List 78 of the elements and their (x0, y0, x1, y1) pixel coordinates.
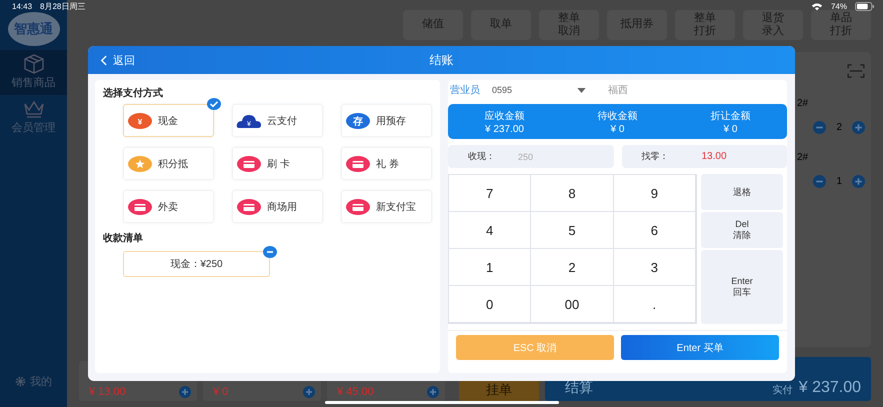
keypad-key[interactable]: 5 (531, 212, 614, 249)
card-icon (236, 198, 262, 214)
product-price: ¥ 45.00 (337, 386, 374, 398)
summary-label: 应收金额 (484, 110, 524, 122)
payment-method[interactable]: 新支付宝 (341, 190, 432, 223)
quantity: 2 (836, 122, 842, 133)
payment-method[interactable]: 存 用预存 (341, 104, 432, 137)
keypad-function-key[interactable]: 退格 (701, 174, 783, 210)
cart-item-name: 2# (797, 98, 808, 109)
change-field: 找零： 13.00 (622, 145, 787, 168)
paid-label: 实付 (772, 384, 793, 397)
back-button[interactable]: 返回 (88, 46, 147, 74)
keypad-key[interactable]: . (614, 286, 696, 323)
deposit-icon: 存 (345, 112, 371, 128)
card-icon (345, 156, 371, 172)
keypad-key[interactable]: 4 (449, 212, 532, 249)
clerk-select[interactable]: 0595 (492, 85, 586, 95)
keypad-key[interactable]: 7 (449, 175, 532, 212)
payment-method[interactable]: 礼 券 (341, 147, 432, 180)
keypad-key[interactable]: 6 (614, 212, 696, 249)
remove-icon[interactable] (263, 246, 277, 258)
battery-percent: 74% (830, 2, 847, 10)
checkout-label: 结算 (565, 379, 594, 397)
card-icon (345, 198, 371, 214)
battery-icon (855, 2, 875, 10)
box-icon (22, 54, 46, 74)
dialog-title: 结账 (430, 52, 454, 68)
payment-method[interactable]: 积分抵 (123, 147, 214, 180)
logo-badge: 智惠通 (8, 12, 60, 46)
payment-method[interactable]: 刷 卡 (232, 147, 323, 180)
plus-icon[interactable] (852, 121, 865, 134)
summary-value: ¥ 0 (610, 124, 624, 134)
gear-icon (15, 376, 26, 387)
keypad-function-key[interactable]: Enter 回车 (701, 250, 783, 324)
product-price: ¥ 0 (213, 386, 228, 398)
minus-icon[interactable] (813, 175, 826, 188)
confirm-button[interactable]: Enter 买单 (621, 335, 779, 360)
product-price: ¥ 13.00 (89, 386, 126, 398)
clerk-label: 营业员 (450, 84, 480, 97)
received-field[interactable]: 收现： 250 (448, 145, 614, 168)
summary-label: 待收金额 (598, 110, 638, 122)
check-icon (207, 98, 221, 110)
status-date: 8月28日周三 (40, 0, 86, 12)
summary-value: ¥ 237.00 (485, 124, 524, 134)
keypad-key[interactable]: 2 (531, 249, 614, 286)
keypad-key[interactable]: 8 (531, 175, 614, 212)
back-chevron-icon (100, 54, 107, 66)
dropdown-caret-icon (577, 88, 586, 92)
payment-method[interactable]: ¥ 现金 (123, 104, 214, 137)
plus-icon[interactable] (427, 386, 439, 398)
clerk-name: 福西 (608, 84, 628, 97)
yen-icon: ¥ (127, 112, 153, 128)
crown-icon (22, 99, 46, 119)
keypad-key[interactable]: 1 (449, 249, 532, 286)
plus-icon[interactable] (179, 386, 191, 398)
payment-method[interactable]: 外卖 (123, 190, 214, 223)
card-icon (236, 156, 262, 172)
plus-icon[interactable] (852, 175, 865, 188)
section-title: 收款清单 (103, 232, 144, 245)
summary-label: 折让金额 (710, 110, 750, 122)
keypad-key[interactable]: 00 (531, 286, 614, 323)
minus-icon[interactable] (813, 121, 826, 134)
wifi-icon (810, 2, 823, 10)
payment-method[interactable]: 商场用 (232, 190, 323, 223)
status-time: 14:43 (12, 2, 32, 10)
keypad-key[interactable]: 3 (614, 249, 696, 286)
keypad-function-key[interactable]: Del 清除 (701, 212, 783, 248)
keypad-key[interactable]: 0 (449, 286, 532, 323)
paid-amount: ¥ 237.00 (798, 379, 861, 397)
cart-item-name: 2# (797, 152, 808, 163)
section-title: 选择支付方式 (103, 86, 164, 100)
scan-icon[interactable] (847, 64, 865, 78)
card-icon (127, 198, 153, 214)
keypad-key[interactable]: 9 (614, 175, 696, 212)
plus-icon[interactable] (303, 386, 315, 398)
quantity: 1 (836, 176, 842, 187)
summary-value: ¥ 0 (724, 124, 738, 134)
receipt-item: 现金：¥250 (123, 251, 270, 277)
